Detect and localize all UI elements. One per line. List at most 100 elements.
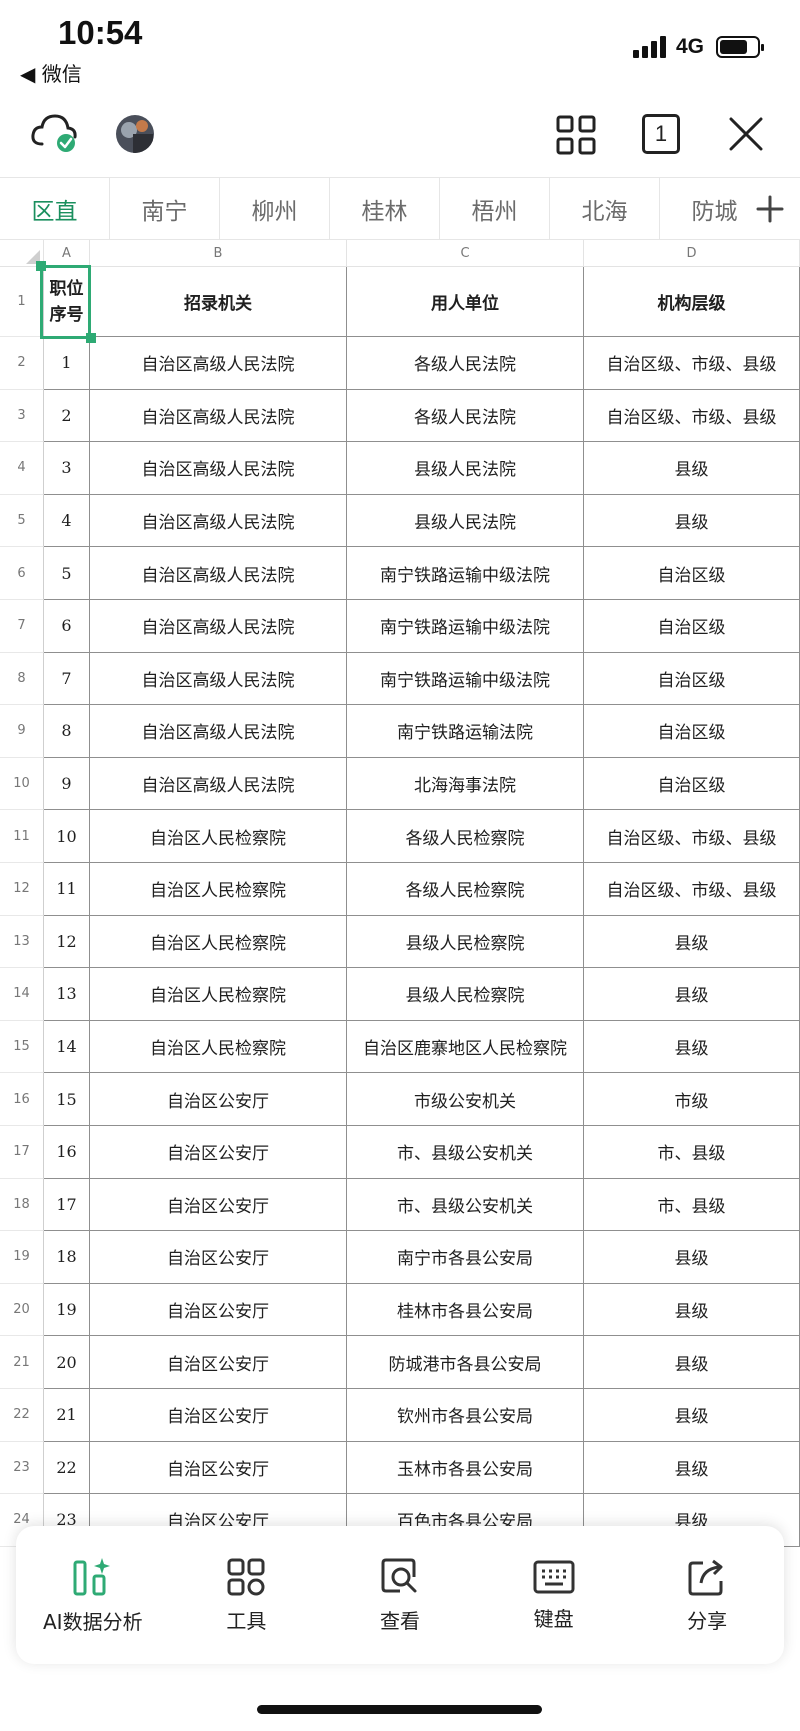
table-cell[interactable]: 县级 xyxy=(584,1020,800,1074)
table-cell[interactable]: 市、县级公安机关 xyxy=(347,1126,584,1179)
table-cell[interactable]: 15 xyxy=(44,1073,90,1126)
table-cell[interactable]: 县级 xyxy=(584,1336,800,1389)
table-cell[interactable]: 市级 xyxy=(584,1073,800,1126)
header-cell[interactable]: 机构层级 xyxy=(584,267,800,337)
table-cell[interactable]: 自治区级 xyxy=(584,600,800,653)
table-cell[interactable]: 各级人民检察院 xyxy=(347,863,584,916)
table-cell[interactable]: 自治区高级人民法院 xyxy=(90,652,347,706)
table-cell[interactable]: 各级人民法院 xyxy=(347,337,584,390)
row-header[interactable]: 7 xyxy=(0,600,44,653)
row-header[interactable]: 17 xyxy=(0,1126,44,1179)
table-cell[interactable]: 自治区级 xyxy=(584,547,800,600)
table-cell[interactable]: 自治区级、市级、县级 xyxy=(584,337,800,390)
table-cell[interactable]: 1 xyxy=(44,337,90,390)
table-cell[interactable]: 12 xyxy=(44,915,90,969)
table-cell[interactable]: 县级 xyxy=(584,1441,800,1495)
table-cell[interactable]: 19 xyxy=(44,1283,90,1337)
sheet-tab[interactable]: 南宁 xyxy=(110,178,220,239)
table-cell[interactable]: 自治区公安厅 xyxy=(90,1336,347,1389)
table-cell[interactable]: 8 xyxy=(44,705,90,758)
tools-button[interactable]: 工具 xyxy=(170,1526,324,1664)
row-header[interactable]: 23 xyxy=(0,1441,44,1495)
table-cell[interactable]: 13 xyxy=(44,968,90,1021)
table-cell[interactable]: 自治区高级人民法院 xyxy=(90,337,347,390)
back-to-wechat-link[interactable]: ◀ 微信 xyxy=(20,58,82,87)
row-header[interactable]: 8 xyxy=(0,652,44,706)
table-cell[interactable]: 5 xyxy=(44,547,90,600)
row-header[interactable]: 16 xyxy=(0,1073,44,1126)
selection-handle[interactable] xyxy=(36,261,46,271)
sheet-tab[interactable]: 梧州 xyxy=(440,178,550,239)
row-header[interactable]: 11 xyxy=(0,810,44,863)
table-cell[interactable]: 自治区级、市级、县级 xyxy=(584,810,800,863)
row-header[interactable]: 3 xyxy=(0,389,44,443)
ai-data-analysis-button[interactable]: AI数据分析 xyxy=(16,1526,170,1664)
header-cell[interactable]: 职位 序号 xyxy=(44,267,90,337)
view-button[interactable]: 查看 xyxy=(323,1526,477,1664)
row-header[interactable]: 19 xyxy=(0,1231,44,1284)
table-cell[interactable]: 自治区公安厅 xyxy=(90,1126,347,1179)
table-cell[interactable]: 自治区级 xyxy=(584,757,800,811)
table-cell[interactable]: 自治区高级人民法院 xyxy=(90,600,347,653)
column-header[interactable]: D xyxy=(584,240,800,267)
table-cell[interactable]: 各级人民法院 xyxy=(347,389,584,443)
sheet-tab[interactable]: 北海 xyxy=(550,178,660,239)
table-cell[interactable]: 9 xyxy=(44,757,90,811)
table-cell[interactable]: 南宁铁路运输中级法院 xyxy=(347,600,584,653)
table-cell[interactable]: 22 xyxy=(44,1441,90,1495)
table-cell[interactable]: 南宁铁路运输中级法院 xyxy=(347,652,584,706)
table-cell[interactable]: 县级 xyxy=(584,968,800,1021)
selection-handle[interactable] xyxy=(86,333,96,343)
row-header[interactable]: 10 xyxy=(0,757,44,811)
keyboard-button[interactable]: 键盘 xyxy=(477,1526,631,1664)
table-cell[interactable]: 自治区级 xyxy=(584,652,800,706)
table-cell[interactable]: 桂林市各县公安局 xyxy=(347,1283,584,1337)
table-cell[interactable]: 自治区人民检察院 xyxy=(90,863,347,916)
table-cell[interactable]: 自治区高级人民法院 xyxy=(90,442,347,495)
grid-view-icon[interactable] xyxy=(556,115,596,155)
table-cell[interactable]: 南宁铁路运输法院 xyxy=(347,705,584,758)
row-header[interactable]: 20 xyxy=(0,1283,44,1337)
table-cell[interactable]: 自治区公安厅 xyxy=(90,1073,347,1126)
column-header[interactable]: C xyxy=(347,240,584,267)
table-cell[interactable]: 3 xyxy=(44,442,90,495)
table-cell[interactable]: 自治区级、市级、县级 xyxy=(584,863,800,916)
table-cell[interactable]: 自治区人民检察院 xyxy=(90,1020,347,1074)
table-cell[interactable]: 县级人民法院 xyxy=(347,494,584,548)
table-cell[interactable]: 自治区高级人民法院 xyxy=(90,547,347,600)
table-cell[interactable]: 自治区人民检察院 xyxy=(90,810,347,863)
column-header[interactable]: B xyxy=(90,240,347,267)
table-cell[interactable]: 县级 xyxy=(584,1389,800,1442)
row-header[interactable]: 14 xyxy=(0,968,44,1021)
table-cell[interactable]: 北海海事法院 xyxy=(347,757,584,811)
close-icon[interactable] xyxy=(728,116,764,152)
row-header[interactable]: 1 xyxy=(0,267,44,337)
table-cell[interactable]: 县级 xyxy=(584,1283,800,1337)
table-cell[interactable]: 自治区高级人民法院 xyxy=(90,389,347,443)
table-cell[interactable]: 11 xyxy=(44,863,90,916)
table-cell[interactable]: 县级人民法院 xyxy=(347,442,584,495)
table-cell[interactable]: 6 xyxy=(44,600,90,653)
row-header[interactable]: 15 xyxy=(0,1020,44,1074)
table-cell[interactable]: 自治区高级人民法院 xyxy=(90,494,347,548)
table-cell[interactable]: 玉林市各县公安局 xyxy=(347,1441,584,1495)
row-header[interactable]: 2 xyxy=(0,337,44,390)
table-cell[interactable]: 自治区公安厅 xyxy=(90,1283,347,1337)
row-header[interactable]: 18 xyxy=(0,1178,44,1232)
table-cell[interactable]: 20 xyxy=(44,1336,90,1389)
row-header[interactable]: 5 xyxy=(0,494,44,548)
table-cell[interactable]: 南宁铁路运输中级法院 xyxy=(347,547,584,600)
table-cell[interactable]: 各级人民检察院 xyxy=(347,810,584,863)
row-header[interactable]: 12 xyxy=(0,863,44,916)
row-header[interactable]: 9 xyxy=(0,705,44,758)
row-header[interactable]: 21 xyxy=(0,1336,44,1389)
table-cell[interactable]: 10 xyxy=(44,810,90,863)
table-cell[interactable]: 钦州市各县公安局 xyxy=(347,1389,584,1442)
header-cell[interactable]: 用人单位 xyxy=(347,267,584,337)
table-cell[interactable]: 16 xyxy=(44,1126,90,1179)
table-cell[interactable]: 县级 xyxy=(584,442,800,495)
avatar[interactable] xyxy=(115,114,155,154)
table-cell[interactable]: 市级公安机关 xyxy=(347,1073,584,1126)
table-cell[interactable]: 自治区公安厅 xyxy=(90,1389,347,1442)
table-cell[interactable]: 市、县级公安机关 xyxy=(347,1178,584,1232)
